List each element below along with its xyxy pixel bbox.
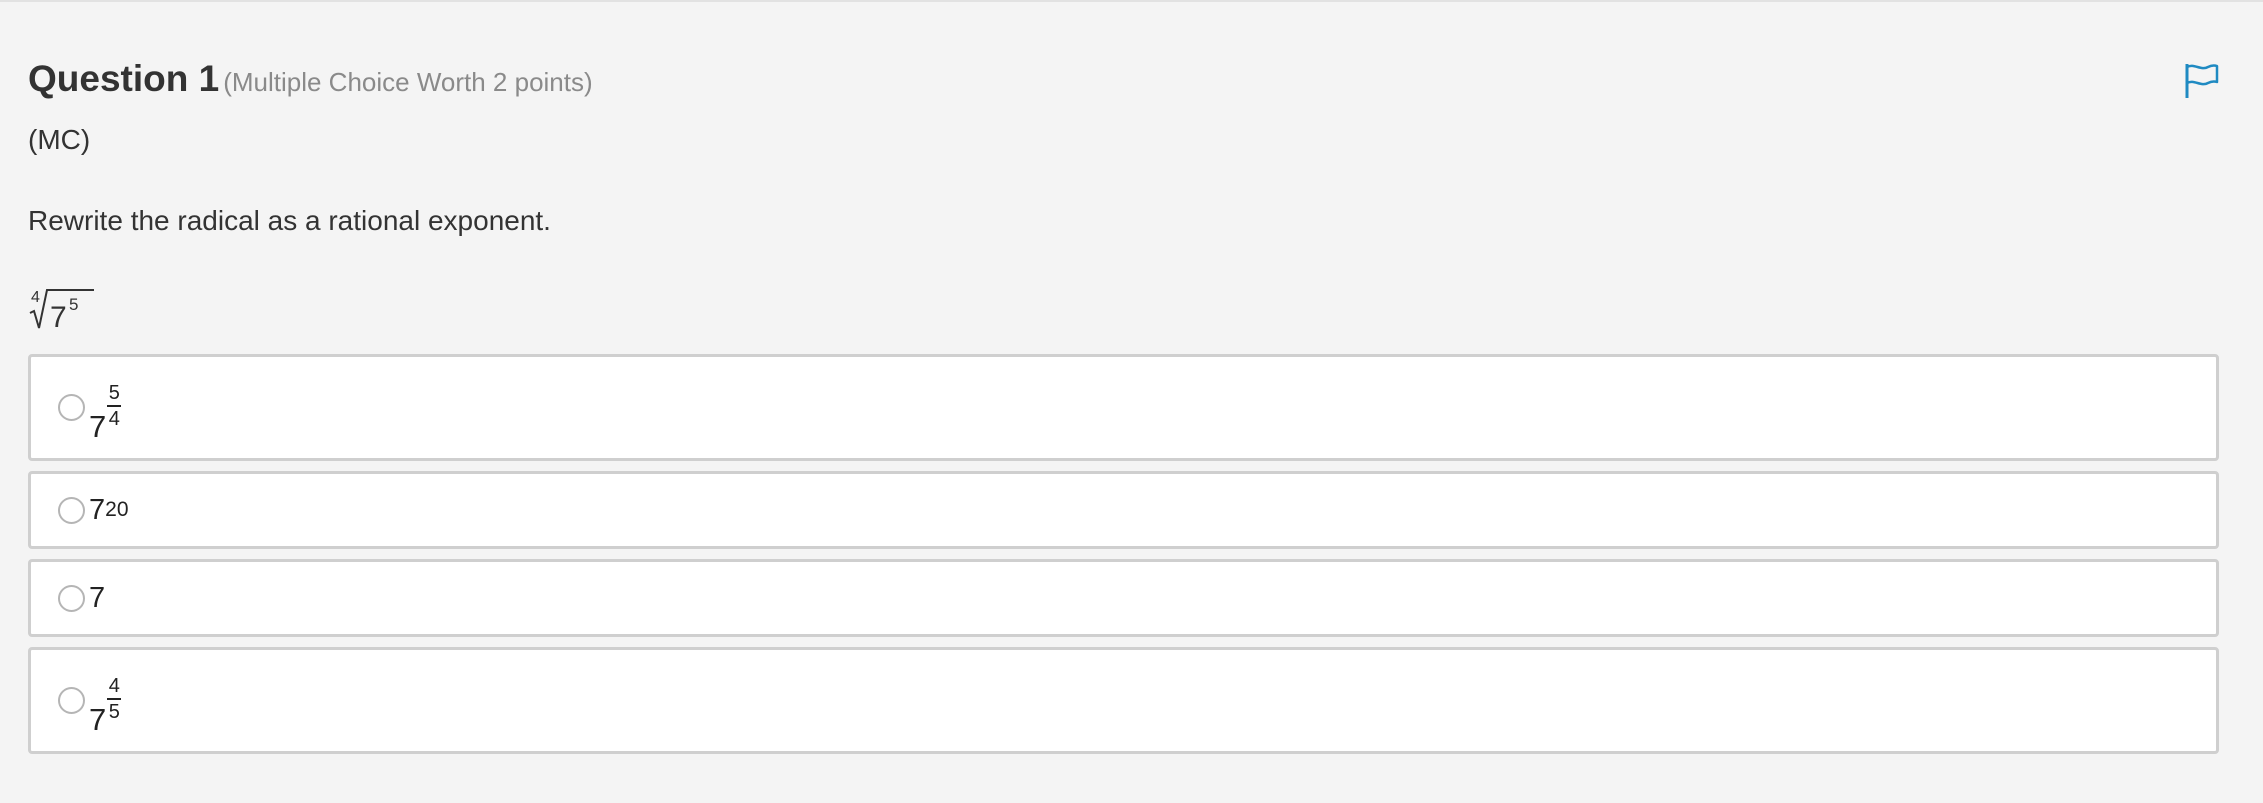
question-header: Question 1 (Multiple Choice Worth 2 poin… [28,58,593,100]
question-title: Question 1 [28,58,220,99]
fraction-numerator: 5 [108,381,120,404]
fraction-exponent: 4 5 [107,674,122,723]
fraction-denominator: 4 [108,407,120,430]
question-prompt: Rewrite the radical as a rational expone… [28,205,551,236]
flag-icon[interactable] [2181,60,2221,100]
fraction-numerator: 4 [108,674,120,697]
choice-answer: 7 4 5 [89,664,122,738]
radio-button[interactable] [58,394,85,421]
choice-base: 7 [89,581,106,614]
question-meta: (Multiple Choice Worth 2 points) [223,67,593,97]
radio-button[interactable] [58,496,85,524]
question-tag: (MC) [28,124,91,155]
choice-answer: 7 20 [89,493,129,526]
fraction-expression: 7 5 4 [89,383,122,445]
choice-base: 7 [89,701,107,737]
answer-choices: 7 5 4 7 20 7 7 4 5 [28,354,2219,764]
radio-button[interactable] [58,687,85,714]
radical-expression: 4 7 5 [28,284,98,334]
answer-choice-1[interactable]: 7 5 4 [28,354,2219,461]
answer-choice-3[interactable]: 7 [28,559,2219,637]
radical-exponent: 5 [69,295,78,314]
radio-button[interactable] [58,584,85,612]
fraction-exponent: 5 4 [107,381,122,430]
choice-answer: 7 [89,582,105,615]
fraction-bar [107,697,122,700]
choice-base: 7 [89,493,106,526]
radical-index: 4 [31,289,40,306]
choice-answer: 7 5 4 [89,371,122,445]
fraction-bar [107,404,122,407]
choice-base: 7 [89,408,107,444]
answer-choice-2[interactable]: 7 20 [28,471,2219,549]
answer-choice-4[interactable]: 7 4 5 [28,647,2219,754]
fraction-expression: 7 4 5 [89,676,122,738]
radical-base: 7 [50,301,67,334]
fraction-denominator: 5 [108,700,120,723]
